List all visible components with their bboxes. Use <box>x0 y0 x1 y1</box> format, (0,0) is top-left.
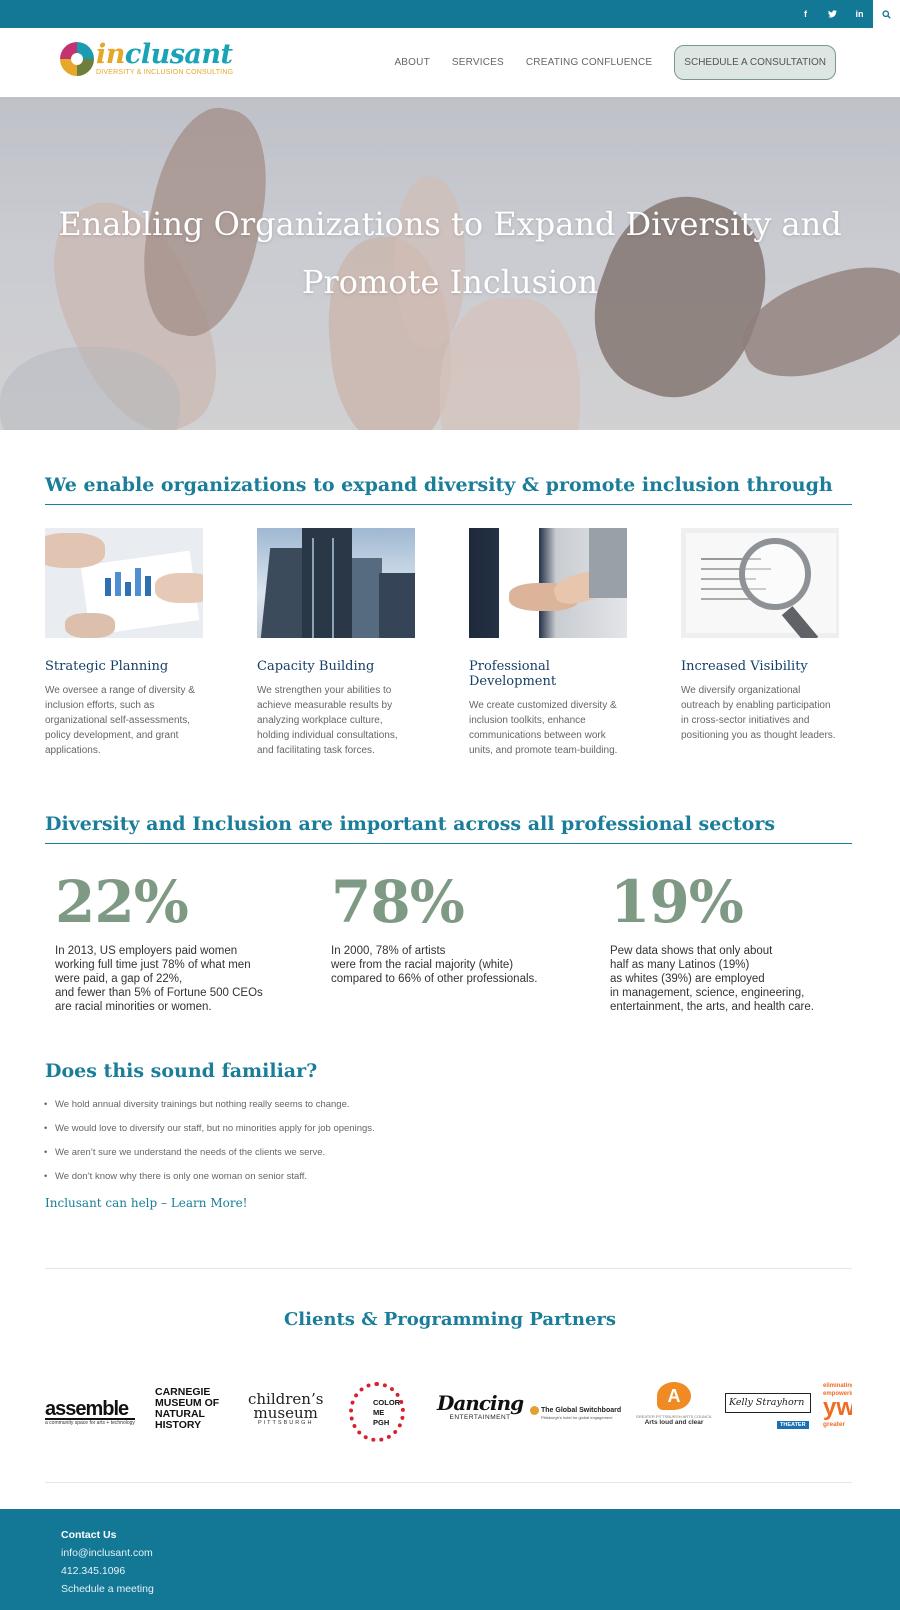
list-item: We hold annual diversity trainings but n… <box>44 1099 375 1110</box>
divider <box>45 1482 852 1483</box>
inclusant-logo[interactable]: inclusant DIVERSITY & INCLUSION CONSULTI… <box>60 39 234 76</box>
familiar-heading: Does this sound familiar? <box>45 1060 318 1082</box>
stat-item: 19% Pew data shows that only about half … <box>610 872 814 1014</box>
nav-services[interactable]: SERVICES <box>452 57 504 68</box>
partner-logo-kelly-strayhorn[interactable]: Kelly Strayhorn THEATER <box>725 1393 811 1431</box>
partner-name: children’s museum <box>248 1390 324 1422</box>
stat-text: In 2013, US employers paid women working… <box>55 945 263 1013</box>
partner-logo-arts-council[interactable]: A GREATER PITTSBURGH ARTS COUNCIL Arts l… <box>629 1382 719 1426</box>
site-footer: Contact Us info@inclusant.com 412.345.10… <box>0 1509 900 1610</box>
service-card-professional-development: Professional Development We create custo… <box>469 528 627 758</box>
globe-icon <box>530 1406 539 1415</box>
schedule-meeting-link[interactable]: Schedule a meeting <box>61 1583 154 1595</box>
service-title: Capacity Building <box>257 659 375 674</box>
schedule-consultation-button[interactable]: SCHEDULE A CONSULTATION <box>674 45 836 80</box>
service-description: We strengthen your abilities to achieve … <box>257 685 398 756</box>
puzzle-logo-icon <box>60 42 94 76</box>
hero-title-line1: Enabling Organizations to Expand Diversi… <box>58 205 842 243</box>
service-description: We diversify organizational outreach by … <box>681 685 836 741</box>
logo-tagline: DIVERSITY & INCLUSION CONSULTING <box>96 69 234 76</box>
nav-creating-confluence[interactable]: CREATING CONFLUENCE <box>526 57 652 68</box>
services-heading: We enable organizations to expand divers… <box>45 474 852 505</box>
stat-number: 78% <box>331 868 465 936</box>
partner-name: Kelly Strayhorn <box>725 1393 811 1413</box>
top-bar: f in <box>0 0 900 28</box>
increased-visibility-image <box>681 528 839 638</box>
service-card-strategic-planning: Strategic Planning We oversee a range of… <box>45 528 203 758</box>
logo-word-in: in <box>96 39 125 70</box>
stat-item: 78% In 2000, 78% of artists were from th… <box>331 872 537 986</box>
partner-sub: a community space for arts + technology <box>45 1420 135 1426</box>
strategic-planning-image <box>45 528 203 638</box>
service-card-capacity-building: Capacity Building We strengthen your abi… <box>257 528 415 758</box>
hero-banner: Enabling Organizations to Expand Diversi… <box>0 97 900 430</box>
partner-sub: PITTSBURGH <box>257 1420 314 1426</box>
twitter-icon[interactable] <box>819 0 846 28</box>
linkedin-icon[interactable]: in <box>846 0 873 28</box>
site-header: inclusant DIVERSITY & INCLUSION CONSULTI… <box>0 28 900 97</box>
contact-heading: Contact Us <box>61 1529 117 1541</box>
partner-logo-assemble[interactable]: assemble a community space for arts + te… <box>45 1399 135 1426</box>
search-button[interactable] <box>873 0 900 28</box>
partner-name: COLOR ME PGH <box>373 1398 401 1427</box>
contact-phone-link[interactable]: 412.345.1096 <box>61 1565 125 1577</box>
partner-logo-global-switchboard[interactable]: The Global Switchboard Pittsburgh's hote… <box>530 1406 621 1420</box>
service-description: We create customized diversity & inclusi… <box>469 700 618 756</box>
partner-name: yw <box>823 1394 852 1421</box>
social-links: f in <box>792 0 900 28</box>
list-item: We would love to diversify our staff, bu… <box>44 1123 375 1134</box>
stat-text: In 2000, 78% of artists were from the ra… <box>331 945 538 985</box>
partner-sub: THEATER <box>777 1421 809 1429</box>
service-title: Professional Development <box>469 659 557 689</box>
partner-sub2: Arts loud and clear <box>644 1419 704 1426</box>
partner-sub: ENTERTAINMENT <box>449 1414 511 1421</box>
partner-sub2: greater <box>823 1421 846 1428</box>
stat-number: 19% <box>610 868 744 936</box>
logo-word-rest: clusant <box>124 39 233 70</box>
nav-about[interactable]: ABOUT <box>394 57 429 68</box>
partner-logo-dancing[interactable]: Dancing ENTERTAINMENT <box>437 1391 524 1421</box>
learn-more-link[interactable]: Inclusant can help – Learn More! <box>45 1196 248 1210</box>
partner-name: assemble <box>45 1399 135 1420</box>
facebook-icon[interactable]: f <box>792 0 819 28</box>
partner-logo-carnegie-museum[interactable]: CARNEGIE MUSEUM OF NATURAL HISTORY <box>155 1387 219 1431</box>
stat-text: Pew data shows that only about half as m… <box>610 945 814 1013</box>
capacity-building-image <box>257 528 415 638</box>
familiar-list: We hold annual diversity trainings but n… <box>44 1099 375 1195</box>
service-title: Increased Visibility <box>681 659 808 674</box>
list-item: We aren’t sure we understand the needs o… <box>44 1147 375 1158</box>
partner-name: A <box>657 1382 691 1410</box>
partners-heading: Clients & Programming Partners <box>283 1309 617 1330</box>
list-item: We don’t know why there is only one woma… <box>44 1171 375 1182</box>
partner-name: Dancing <box>437 1391 524 1415</box>
contact-email-link[interactable]: info@inclusant.com <box>61 1547 153 1559</box>
search-icon <box>882 9 891 19</box>
divider <box>45 1268 852 1269</box>
hero-title: Enabling Organizations to Expand Diversi… <box>40 195 860 311</box>
partner-logo-yw[interactable]: eliminating empowering yw greater <box>823 1382 852 1428</box>
partner-logo-color-me-pgh[interactable]: COLOR ME PGH <box>347 1380 409 1444</box>
stat-item: 22% In 2013, US employers paid women wor… <box>55 872 263 1014</box>
partner-logo-childrens-museum[interactable]: children’s museum PITTSBURGH <box>248 1390 324 1427</box>
hero-title-line2: Promote Inclusion <box>301 263 599 301</box>
professional-development-image <box>469 528 627 638</box>
service-description: We oversee a range of diversity & inclus… <box>45 685 195 756</box>
service-card-increased-visibility: Increased Visibility We diversify organi… <box>681 528 839 743</box>
partner-sub: Pittsburgh's hotel for global engagement <box>541 1415 613 1420</box>
partner-name: The Global Switchboard <box>541 1407 622 1414</box>
stats-heading: Diversity and Inclusion are important ac… <box>45 813 852 844</box>
service-title: Strategic Planning <box>45 659 169 674</box>
partners-carousel[interactable]: assemble a community space for arts + te… <box>45 1380 852 1450</box>
stat-number: 22% <box>55 868 189 936</box>
main-nav: ABOUT SERVICES CREATING CONFLUENCE SCHED… <box>394 28 900 97</box>
